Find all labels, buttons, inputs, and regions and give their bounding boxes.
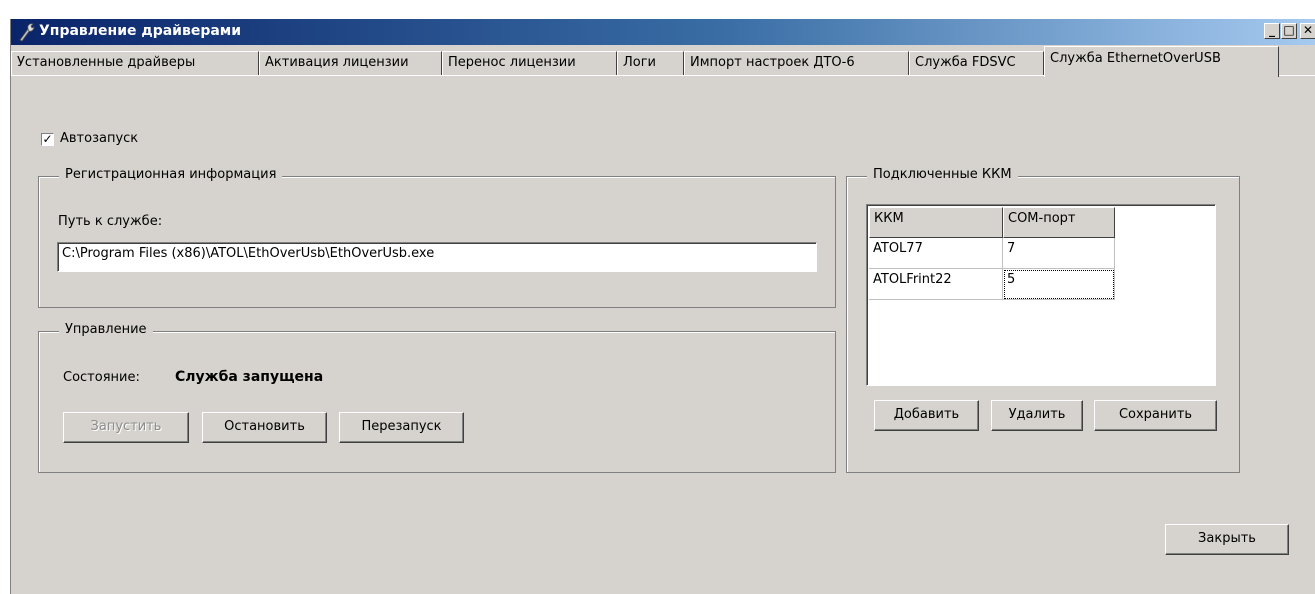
- table-cell-com-port[interactable]: 7: [1003, 238, 1115, 269]
- autostart-label[interactable]: Автозапуск: [60, 131, 138, 146]
- autostart-checkbox[interactable]: ✓: [41, 133, 54, 146]
- maximize-button[interactable]: □: [1281, 23, 1297, 39]
- close-window-button[interactable]: ✕: [1300, 23, 1315, 39]
- table-cell-com-port[interactable]: 5: [1003, 269, 1115, 300]
- service-path-input[interactable]: C:\Program Files (x86)\ATOL\EthOverUsb\E…: [57, 242, 817, 272]
- kkm-table[interactable]: ККМ COM-порт ATOL77 7 ATOLFrint22 5: [866, 204, 1216, 386]
- driver-manager-window: Управление драйверами _ □ ✕ Установленны…: [10, 19, 1315, 594]
- minimize-button[interactable]: _: [1264, 23, 1280, 39]
- ethernet-over-usb-panel: ✓ Автозапуск Регистрационная информация …: [11, 75, 1315, 594]
- status-label: Состояние:: [63, 370, 140, 385]
- restart-button[interactable]: Перезапуск: [339, 412, 464, 443]
- connected-kkm-group: Подключенные ККМ ККМ COM-порт ATOL77 7 A…: [846, 167, 1240, 473]
- registration-group: Регистрационная информация Путь к службе…: [38, 167, 836, 308]
- tab-license-transfer[interactable]: Перенос лицензии: [442, 51, 617, 75]
- column-header-kkm[interactable]: ККМ: [869, 207, 1003, 238]
- wrench-icon: [17, 22, 35, 42]
- column-header-com-port[interactable]: COM-порт: [1003, 207, 1115, 238]
- window-title: Управление драйверами: [39, 23, 242, 39]
- table-cell-kkm[interactable]: ATOLFrint22: [869, 269, 1003, 300]
- title-bar[interactable]: Управление драйверами _ □ ✕: [11, 19, 1315, 45]
- save-kkm-button[interactable]: Сохранить: [1094, 400, 1217, 431]
- tab-import-dto6[interactable]: Импорт настроек ДТО-6: [684, 51, 909, 75]
- tab-ethernet-over-usb[interactable]: Служба EthernetOverUSB: [1044, 46, 1279, 77]
- start-button[interactable]: Запустить: [63, 412, 189, 443]
- tab-installed-drivers[interactable]: Установленные драйверы: [11, 51, 259, 75]
- tab-license-activation[interactable]: Активация лицензии: [259, 51, 442, 75]
- status-value: Служба запущена: [175, 369, 324, 385]
- stop-button[interactable]: Остановить: [202, 412, 327, 443]
- delete-kkm-button[interactable]: Удалить: [991, 400, 1083, 431]
- registration-group-title: Регистрационная информация: [59, 167, 283, 182]
- control-group-title: Управление: [59, 322, 153, 337]
- close-button[interactable]: Закрыть: [1165, 524, 1289, 555]
- tab-fdsvc[interactable]: Служба FDSVC: [909, 51, 1044, 75]
- connected-kkm-group-title: Подключенные ККМ: [867, 167, 1018, 182]
- service-path-label: Путь к службе:: [58, 214, 163, 229]
- table-cell-kkm[interactable]: ATOL77: [869, 238, 1003, 269]
- control-group: Управление Состояние: Служба запущена За…: [38, 322, 836, 473]
- tab-logs[interactable]: Логи: [617, 51, 684, 75]
- add-kkm-button[interactable]: Добавить: [874, 400, 979, 431]
- tab-strip: Установленные драйверы Активация лицензи…: [11, 46, 1315, 77]
